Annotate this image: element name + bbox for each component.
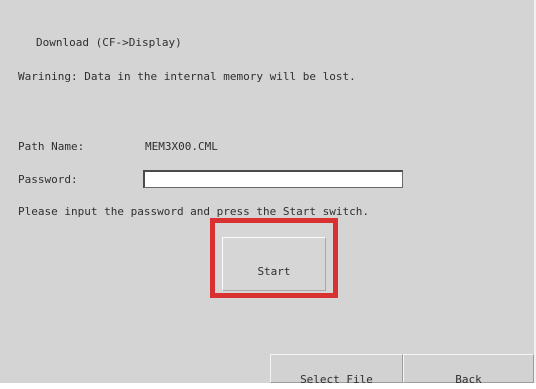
back-label: Back xyxy=(455,373,482,386)
back-button[interactable]: Back xyxy=(403,354,534,386)
select-file-label: Select File xyxy=(300,373,373,386)
page-title: Download (CF->Display) xyxy=(36,36,182,49)
start-button[interactable]: Start xyxy=(210,218,338,298)
path-name-label: Path Name: xyxy=(18,140,85,153)
password-field[interactable] xyxy=(143,170,403,188)
warning-message: Warining: Data in the internal memory wi… xyxy=(18,70,356,83)
select-file-button[interactable]: Select File xyxy=(270,354,403,386)
start-button-label: Start xyxy=(257,265,291,278)
instruction-text: Please input the password and press the … xyxy=(18,205,369,218)
password-label: Password: xyxy=(18,173,78,186)
path-name-value: MEM3X00.CML xyxy=(145,140,218,153)
download-screen: Download (CF->Display) Warining: Data in… xyxy=(0,0,536,386)
start-button-bevel xyxy=(222,237,326,291)
